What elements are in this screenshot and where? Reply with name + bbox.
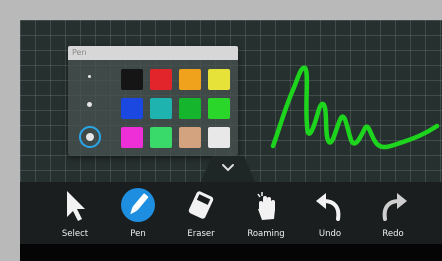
color-swatch[interactable] xyxy=(208,69,230,90)
pen-size-medium[interactable] xyxy=(87,102,92,107)
bottom-toolbar: Select Pen Eraser Roaming Undo Redo xyxy=(20,182,442,244)
color-swatch[interactable] xyxy=(121,69,143,90)
whiteboard-screen: Pen Select Pen Eraser Roaming Undo Redo xyxy=(20,20,442,244)
color-palette xyxy=(121,68,237,152)
tool-label: Redo xyxy=(382,229,404,239)
tool-label: Eraser xyxy=(187,229,215,239)
tool-pen[interactable]: Pen xyxy=(108,182,168,244)
tool-label: Roaming xyxy=(247,229,285,239)
color-swatch[interactable] xyxy=(208,98,230,119)
tool-redo[interactable]: Redo xyxy=(363,182,423,244)
color-swatch[interactable] xyxy=(179,98,201,119)
tool-undo[interactable]: Undo xyxy=(300,182,360,244)
pen-size-options xyxy=(68,68,116,156)
color-swatch[interactable] xyxy=(179,69,201,90)
pen-size-large-dot xyxy=(86,133,94,141)
panel-title: Pen xyxy=(68,46,238,60)
tool-roaming[interactable]: Roaming xyxy=(236,182,296,244)
redo-icon xyxy=(382,193,407,221)
pen-size-small[interactable] xyxy=(88,75,91,78)
screen-bottom-edge xyxy=(20,244,442,261)
color-swatch[interactable] xyxy=(208,127,230,148)
tool-label: Undo xyxy=(318,229,342,239)
eraser-icon xyxy=(188,191,214,219)
pen-icon xyxy=(121,188,155,222)
green-ink-stroke xyxy=(270,65,440,150)
undo-icon xyxy=(316,193,341,221)
color-swatch[interactable] xyxy=(121,98,143,119)
color-swatch[interactable] xyxy=(150,69,172,90)
color-swatch[interactable] xyxy=(150,127,172,148)
color-swatch[interactable] xyxy=(150,98,172,119)
color-swatch[interactable] xyxy=(121,127,143,148)
pen-size-large-selected[interactable] xyxy=(79,126,101,148)
tool-label: Select xyxy=(61,229,89,239)
cursor-arrow-icon xyxy=(67,191,85,221)
tool-select[interactable]: Select xyxy=(45,182,105,244)
tool-eraser[interactable]: Eraser xyxy=(171,182,231,244)
pen-settings-panel: Pen xyxy=(68,46,238,156)
color-swatch[interactable] xyxy=(179,127,201,148)
hand-icon xyxy=(257,192,275,220)
tool-label: Pen xyxy=(130,229,146,239)
